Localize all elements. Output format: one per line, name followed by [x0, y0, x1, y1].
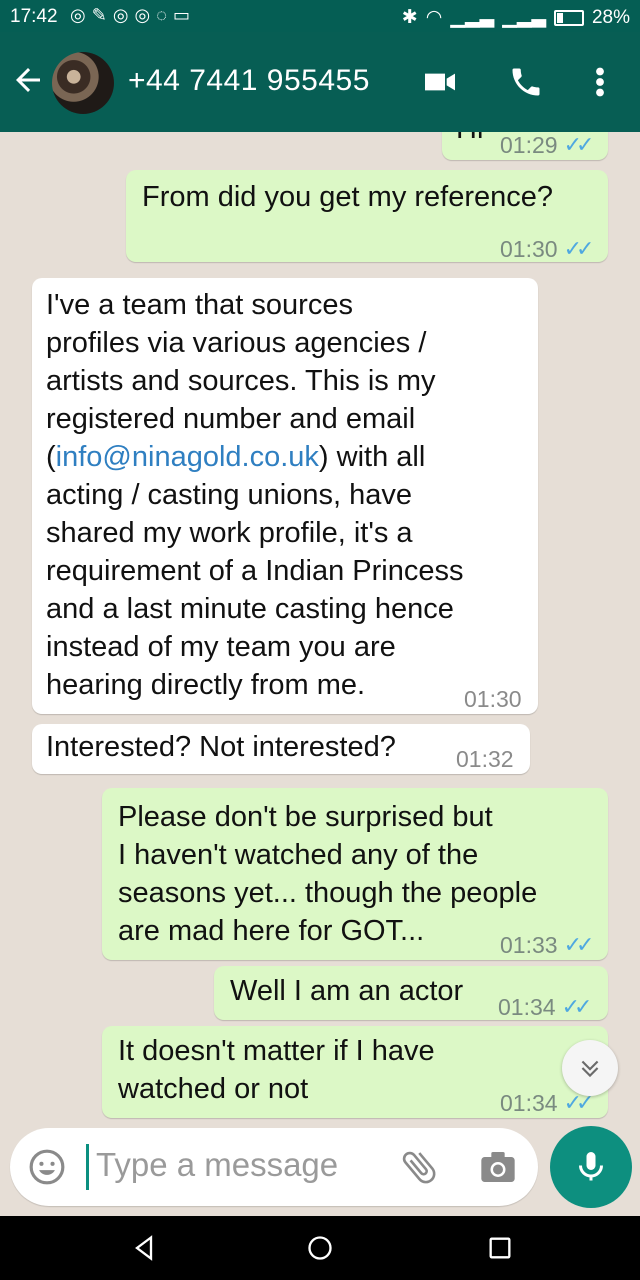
message-line: seasons yet... though the people	[118, 877, 538, 909]
message-time: 01:29	[500, 132, 558, 158]
message-fragment: ) with all	[318, 441, 426, 473]
nav-recents-icon[interactable]	[486, 1234, 514, 1262]
message-outgoing[interactable]: Please don't be surprised but I haven't …	[102, 788, 608, 960]
read-ticks-icon: ✓✓	[561, 994, 593, 1019]
message-time: 01:30	[500, 236, 558, 262]
message-outgoing[interactable]: Well I am an actor 01:34 ✓✓	[214, 966, 608, 1020]
battery-percent: 28%	[591, 6, 630, 28]
message-list: Hi 01:29 ✓✓ From did you get my referenc…	[0, 132, 640, 1132]
signal-icon: ▁▂▃	[502, 7, 546, 28]
emoji-icon[interactable]	[28, 1148, 66, 1191]
message-line: I haven't watched any of the	[118, 839, 479, 871]
message-line: Please don't be surprised but	[118, 801, 493, 833]
message-time: 01:32	[456, 746, 514, 772]
message-outgoing[interactable]: From did you get my reference? 01:30 ✓✓	[126, 170, 608, 262]
message-meta: 01:29 ✓✓	[500, 132, 595, 164]
read-ticks-icon: ✓✓	[563, 932, 595, 957]
whatsapp-icon: ◌	[156, 5, 167, 25]
wifi-icon: ◠	[425, 7, 443, 28]
nav-home-icon[interactable]	[306, 1234, 334, 1262]
message-text: Well I am an actor	[230, 975, 464, 1007]
signal-icon: ▁▂▃	[450, 7, 495, 28]
message-line: (info@ninagold.co.uk) with all	[46, 438, 464, 476]
message-text: Hi	[456, 132, 483, 148]
more-vert-icon[interactable]	[580, 62, 620, 102]
mic-icon	[579, 1152, 603, 1181]
message-meta: 01:30 ✓✓	[500, 230, 595, 268]
message-line: acting / casting unions, have	[46, 479, 412, 511]
paperclip-icon[interactable]	[398, 1146, 440, 1193]
message-line: I've a team that sources	[46, 289, 353, 321]
message-fragment: (	[46, 441, 56, 473]
message-text: From did you get my reference?	[142, 181, 554, 213]
camera-icon[interactable]	[478, 1148, 518, 1191]
message-line: artists and sources. This is my	[46, 365, 436, 397]
message-line: profiles via various agencies /	[46, 327, 427, 359]
message-meta: 01:30	[464, 680, 522, 718]
message-incoming[interactable]: I've a team that sources profiles via va…	[32, 278, 538, 714]
message-time: 01:34	[498, 994, 556, 1020]
message-meta: 01:34 ✓✓	[498, 988, 593, 1026]
message-text: Interested? Not interested?	[46, 731, 396, 763]
contact-title[interactable]: +44 7441 955455	[128, 64, 370, 98]
message-line: It doesn't matter if I have	[118, 1035, 435, 1067]
message-icon: ▭	[172, 5, 190, 25]
text-caret	[86, 1144, 89, 1190]
message-outgoing[interactable]: Hi 01:29 ✓✓	[442, 132, 608, 160]
message-time: 01:30	[464, 686, 522, 712]
message-line: registered number and email	[46, 403, 416, 435]
arrow-left-icon[interactable]	[10, 62, 46, 98]
message-input-bar: Type a message	[10, 1128, 538, 1206]
instagram-icon: ◎	[70, 5, 86, 25]
message-time: 01:33	[500, 932, 558, 958]
phone-icon[interactable]	[506, 62, 546, 102]
read-ticks-icon: ✓✓	[563, 236, 595, 261]
message-text: Please don't be surprised but I haven't …	[118, 798, 537, 950]
message-incoming[interactable]: Interested? Not interested? 01:32	[32, 724, 530, 774]
message-line: hearing directly from me.	[46, 669, 366, 701]
read-ticks-icon: ✓✓	[563, 132, 595, 157]
nav-back-icon[interactable]	[130, 1234, 158, 1262]
message-text: It doesn't matter if I have watched or n…	[118, 1032, 435, 1108]
message-outgoing[interactable]: It doesn't matter if I have watched or n…	[102, 1026, 608, 1118]
chevron-double-down-icon	[581, 1060, 599, 1078]
system-nav-bar	[0, 1216, 640, 1280]
instagram-icon: ◎	[112, 5, 129, 25]
instagram-icon: ◎	[134, 5, 151, 25]
status-right: ✱ ◠ ▁▂▃ ▁▂▃ 28%	[402, 6, 630, 29]
message-meta: 01:32	[456, 740, 514, 778]
scroll-to-bottom-button[interactable]	[562, 1040, 618, 1096]
mic-button[interactable]	[550, 1126, 632, 1208]
avatar[interactable]	[52, 52, 114, 114]
battery-icon	[553, 9, 584, 26]
email-link[interactable]: info@ninagold.co.uk	[56, 441, 319, 473]
chat-header: +44 7441 955455	[0, 32, 640, 132]
message-line: watched or not	[118, 1073, 309, 1105]
message-text: I've a team that sources profiles via va…	[46, 286, 464, 704]
bluetooth-icon: ✱	[401, 7, 418, 28]
message-line: instead of my team you are	[46, 631, 396, 663]
wrench-icon: ✎	[91, 5, 107, 25]
message-line: are mad here for GOT...	[118, 915, 425, 947]
video-call-icon[interactable]	[420, 62, 460, 102]
status-bar: 17:42 ◎ ✎ ◎ ◎ ◌ ▭ ✱ ◠ ▁▂▃ ▁▂▃ 28%	[0, 0, 640, 32]
status-time: 17:42	[10, 6, 58, 27]
message-meta: 01:33 ✓✓	[500, 926, 595, 964]
message-time: 01:34	[500, 1090, 558, 1116]
message-line: and a last minute casting hence	[46, 593, 454, 625]
message-line: shared my work profile, it's a	[46, 517, 413, 549]
message-line: requirement of a Indian Princess	[46, 555, 464, 587]
message-input[interactable]: Type a message	[96, 1146, 338, 1184]
notification-icons: ◎ ✎ ◎ ◎ ◌ ▭	[70, 5, 190, 26]
